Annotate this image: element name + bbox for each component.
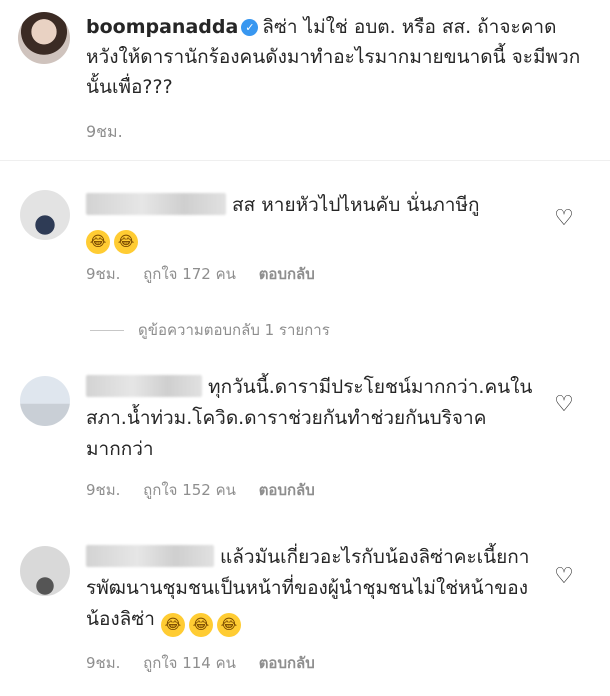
- poster-avatar[interactable]: [18, 12, 70, 64]
- view-replies-button[interactable]: ดูข้อความตอบกลับ 1 รายการ: [90, 318, 330, 342]
- caption-text: boompanadda ✓ ลิซ่า ไม่ใช่ อบต. หรือ สส. ถ…: [86, 12, 586, 102]
- verified-badge-icon: ✓: [241, 19, 259, 36]
- redacted-username: [86, 545, 214, 567]
- redacted-username: [86, 375, 202, 397]
- reply-button[interactable]: ตอบกลับ: [259, 481, 315, 499]
- commenter-avatar[interactable]: [20, 376, 70, 426]
- reply-button[interactable]: ตอบกลับ: [259, 265, 315, 283]
- replies-line: [90, 330, 124, 331]
- divider: [0, 160, 610, 161]
- comment-body: สส หายหัวไปไหนคับ นั่นภาษีกู: [232, 194, 480, 216]
- post-caption: boompanadda ✓ ลิซ่า ไม่ใช่ อบต. หรือ สส. ถ…: [0, 0, 610, 160]
- comment-likes[interactable]: ถูกใจ 152 คน: [143, 481, 236, 499]
- commenter-avatar[interactable]: [20, 546, 70, 596]
- comment-meta: 9ชม. ถูกใจ 114 คน ตอบกลับ: [86, 651, 333, 675]
- poster-username[interactable]: boompanadda: [86, 16, 238, 38]
- redacted-username: [86, 193, 226, 215]
- view-replies-label: ดูข้อความตอบกลับ 1 รายการ: [138, 321, 330, 339]
- comment-likes[interactable]: ถูกใจ 114 คน: [143, 654, 236, 672]
- heart-outline-icon[interactable]: ♡: [552, 208, 576, 230]
- comment-time: 9ชม.: [86, 481, 121, 499]
- comment-meta: 9ชม. ถูกใจ 152 คน ตอบกลับ: [86, 478, 333, 502]
- laughing-emoji-icon: 😂: [86, 230, 110, 254]
- heart-outline-icon[interactable]: ♡: [552, 394, 576, 416]
- commenter-avatar[interactable]: [20, 190, 70, 240]
- comment-time: 9ชม.: [86, 654, 121, 672]
- laughing-emoji-icon: 😂: [160, 613, 185, 637]
- heart-outline-icon[interactable]: ♡: [552, 566, 576, 588]
- comment-time: 9ชม.: [86, 265, 121, 283]
- post-time: 9ชม.: [86, 122, 123, 141]
- comment-likes[interactable]: ถูกใจ 172 คน: [143, 265, 236, 283]
- reply-button[interactable]: ตอบกลับ: [259, 654, 315, 672]
- comment-text: ทุกวันนี้.ดารามีประโยชน์มากกว่า.คนในสภา.…: [86, 372, 546, 465]
- laughing-emoji-icon: 😂: [188, 613, 213, 637]
- comment-text: แล้วมันเกี่ยวอะไรกับน้องลิซ่าคะเนี้ยการพ…: [86, 542, 546, 637]
- comment-meta: 9ชม. ถูกใจ 172 คน ตอบกลับ: [86, 262, 333, 286]
- laughing-emoji-icon: 😂: [216, 613, 241, 637]
- laughing-emoji-icon: 😂: [114, 230, 138, 254]
- comment-text: สส หายหัวไปไหนคับ นั่นภาษีกู 😂 😂: [86, 190, 526, 254]
